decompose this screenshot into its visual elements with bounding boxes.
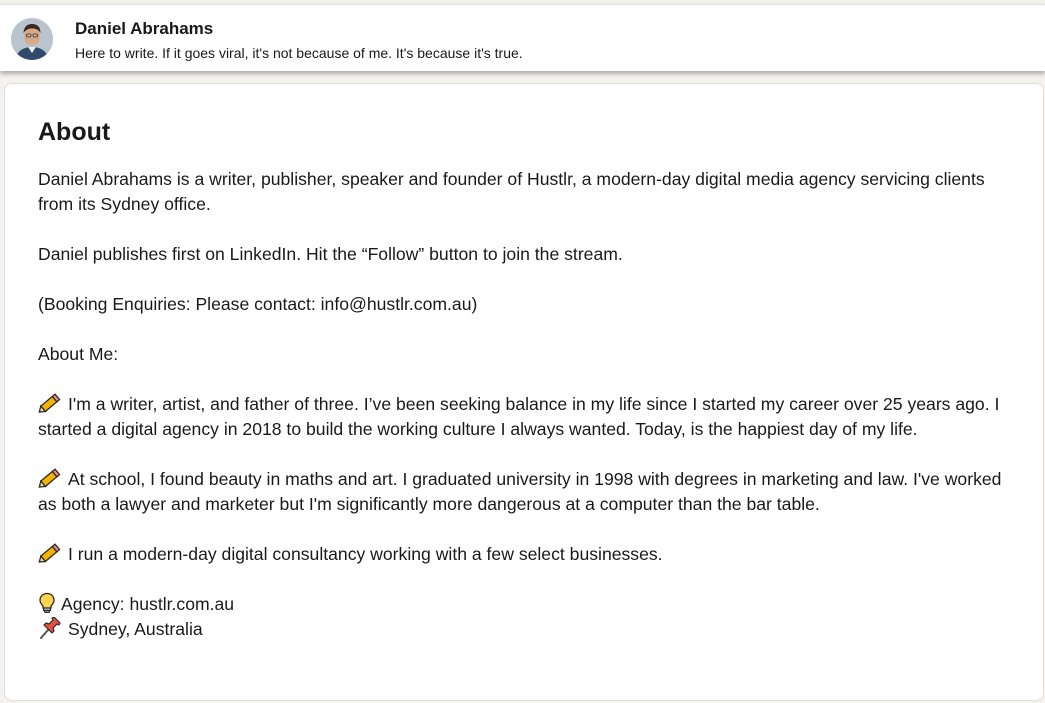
about-section: About Daniel Abrahams is a writer, publi… [4,83,1044,701]
pencil-icon [38,467,62,489]
pencil-icon [38,392,62,414]
light-bulb-icon [38,592,56,614]
about-follow-line: Daniel publishes first on LinkedIn. Hit … [38,244,623,264]
avatar[interactable] [11,18,53,60]
about-booking-line: (Booking Enquiries: Please contact: info… [38,294,478,314]
location-line: Sydney, Australia [38,617,1013,642]
profile-headline: Here to write. If it goes viral, it's no… [75,45,523,61]
bullet-text: I run a modern-day digital consultancy w… [68,544,663,564]
location-text: Sydney, Australia [68,619,203,639]
profile-name[interactable]: Daniel Abrahams [75,19,213,39]
pushpin-icon [38,617,62,639]
list-item: I run a modern-day digital consultancy w… [38,542,1013,567]
section-title: About [38,118,111,146]
about-intro: Daniel Abrahams is a writer, publisher, … [38,169,985,214]
sticky-profile-header: Daniel Abrahams Here to write. If it goe… [0,4,1045,71]
bullet-text: I'm a writer, artist, and father of thre… [38,394,1000,439]
agency-line: Agency: hustlr.com.au [38,592,1013,617]
agency-text: Agency: hustlr.com.au [61,594,235,614]
about-text: Daniel Abrahams is a writer, publisher, … [38,167,1013,642]
about-me-heading: About Me: [38,344,119,364]
list-item: At school, I found beauty in maths and a… [38,467,1013,517]
pencil-icon [38,542,62,564]
list-item: I'm a writer, artist, and father of thre… [38,392,1013,442]
bullet-text: At school, I found beauty in maths and a… [38,469,1002,514]
